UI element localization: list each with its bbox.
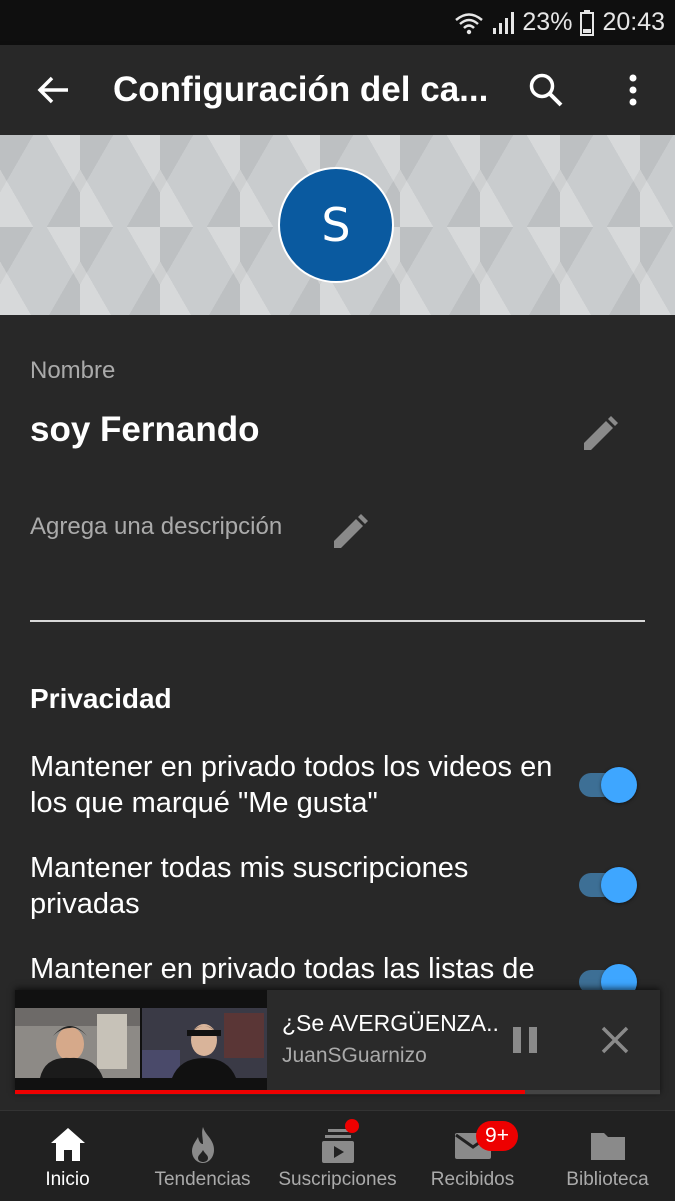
tab-suscripciones[interactable]: Suscripciones xyxy=(270,1111,405,1201)
pause-icon xyxy=(513,1027,537,1053)
edit-description-button[interactable] xyxy=(328,510,372,554)
status-bar: 23% 20:43 xyxy=(0,0,675,45)
pencil-icon xyxy=(584,416,618,450)
app-bar: Configuración del ca... xyxy=(0,45,675,135)
mini-player-title[interactable]: ¿Se AVERGÜENZA.. xyxy=(282,1010,499,1037)
tab-label: Recibidos xyxy=(430,1169,515,1190)
tab-label: Inicio xyxy=(45,1169,90,1190)
playback-progress-fill xyxy=(15,1090,525,1094)
avatar[interactable]: S xyxy=(278,167,394,283)
back-button[interactable] xyxy=(30,67,76,113)
fire-icon xyxy=(191,1127,214,1163)
unread-badge: 9+ xyxy=(476,1121,518,1151)
close-button[interactable] xyxy=(597,1022,633,1058)
thumbnail-left xyxy=(15,1008,140,1078)
clock: 20:43 xyxy=(602,8,665,36)
channel-banner[interactable]: S xyxy=(0,135,675,315)
tab-biblioteca[interactable]: Biblioteca xyxy=(540,1111,675,1201)
page-title: Configuración del ca... xyxy=(113,70,489,109)
search-icon xyxy=(529,73,563,107)
battery-icon xyxy=(580,9,595,36)
bottom-navigation: Inicio Tendencias Suscripciones 9+ Recib… xyxy=(0,1110,675,1201)
edit-name-button[interactable] xyxy=(578,412,622,456)
tab-tendencias[interactable]: Tendencias xyxy=(135,1111,270,1201)
home-icon xyxy=(50,1128,85,1161)
close-icon xyxy=(601,1026,629,1054)
pencil-icon xyxy=(334,514,368,548)
toggle-subscriptions[interactable] xyxy=(577,865,641,905)
privacy-option-liked-videos: Mantener en privado todos los videos en … xyxy=(30,751,553,819)
battery-percent: 23% xyxy=(522,8,573,36)
tab-inicio[interactable]: Inicio xyxy=(0,1111,135,1201)
divider xyxy=(30,620,645,622)
mini-player[interactable]: ¿Se AVERGÜENZA.. JuanSGuarnizo xyxy=(15,990,660,1095)
toggle-thumb xyxy=(601,867,637,903)
description-placeholder[interactable]: Agrega una descripción xyxy=(30,513,282,541)
toggle-thumb xyxy=(601,767,637,803)
folder-icon xyxy=(590,1133,625,1160)
tab-label: Tendencias xyxy=(154,1169,251,1190)
more-options-button[interactable] xyxy=(610,67,656,113)
tab-label: Suscripciones xyxy=(278,1169,397,1190)
tab-label: Biblioteca xyxy=(566,1169,649,1190)
playback-progress[interactable] xyxy=(15,1090,660,1094)
mini-player-channel: JuanSGuarnizo xyxy=(282,1044,427,1067)
signal-icon xyxy=(492,11,515,35)
channel-name: soy Fernando xyxy=(30,410,260,449)
thumbnail-right xyxy=(142,1008,267,1078)
more-vert-icon xyxy=(629,74,637,106)
arrow-left-icon xyxy=(37,76,68,104)
wifi-icon xyxy=(454,11,484,35)
toggle-liked-videos[interactable] xyxy=(577,765,641,805)
privacy-option-playlists: Mantener en privado todas las listas de xyxy=(30,953,535,985)
privacy-option-subscriptions: Mantener todas mis suscripciones privada… xyxy=(30,852,469,920)
tab-recibidos[interactable]: 9+ Recibidos xyxy=(405,1111,540,1201)
video-thumbnail[interactable] xyxy=(15,990,267,1090)
privacy-heading: Privacidad xyxy=(30,683,172,714)
notification-dot xyxy=(345,1119,359,1133)
search-button[interactable] xyxy=(522,67,570,113)
pause-button[interactable] xyxy=(507,1022,543,1058)
name-label: Nombre xyxy=(30,357,116,384)
